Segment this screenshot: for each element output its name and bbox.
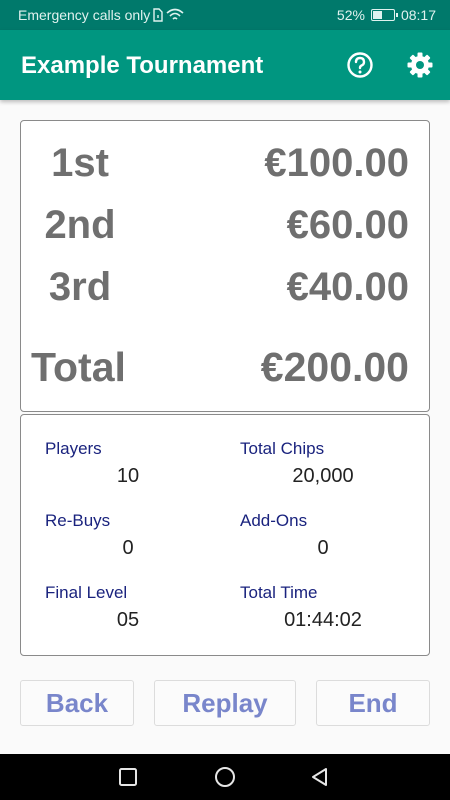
payout-amount: €40.00: [286, 265, 409, 309]
clock: 08:17: [400, 7, 436, 23]
rebuys-value: 0: [122, 537, 134, 559]
page-title: Example Tournament: [21, 52, 264, 79]
wifi-icon: [166, 8, 184, 20]
status-right: 52% 08:17: [337, 7, 436, 23]
payout-place: 2nd: [44, 203, 116, 247]
total-chips-label: Total Chips: [240, 439, 325, 458]
payout-amount: €100.00: [264, 141, 409, 185]
end-button[interactable]: End: [316, 680, 430, 726]
replay-button[interactable]: Replay: [154, 680, 296, 726]
payout-total-label: Total: [31, 344, 126, 390]
battery-percent: 52%: [336, 7, 365, 23]
status-bar: Emergency calls only 52% 08:17: [0, 0, 450, 30]
payout-panel: 1st €100.00 2nd €60.00 3rd €40.00 Total …: [20, 120, 430, 412]
home-circle-icon[interactable]: [214, 766, 236, 788]
final-level-value: 05: [116, 609, 140, 631]
battery-icon: [370, 9, 398, 21]
total-time-label: Total Time: [240, 583, 318, 602]
rebuys-label: Re-Buys: [45, 511, 111, 530]
final-level-label: Final Level: [45, 583, 128, 602]
addons-value: 0: [317, 537, 329, 559]
stats-panel: Players 10 Total Chips 20,000 Re-Buys 0 …: [20, 414, 430, 656]
carrier-text: Emergency calls only: [18, 7, 151, 23]
navigation-bar: [0, 754, 450, 800]
help-icon[interactable]: [346, 51, 374, 79]
back-triangle-icon[interactable]: [309, 766, 331, 788]
players-value: 10: [116, 465, 140, 487]
total-time-value: 01:44:02: [284, 609, 362, 631]
payout-place: 3rd: [48, 265, 112, 309]
payout-amount: €60.00: [286, 203, 409, 247]
app-bar: Example Tournament: [0, 30, 450, 100]
addons-label: Add-Ons: [240, 511, 308, 530]
settings-gear-icon[interactable]: [406, 51, 434, 79]
recents-square-icon[interactable]: [117, 766, 139, 788]
players-label: Players: [45, 439, 102, 458]
payout-place: 1st: [51, 141, 109, 185]
back-button[interactable]: Back: [20, 680, 134, 726]
payout-total-amount: €200.00: [260, 344, 409, 390]
status-left: Emergency calls only: [18, 7, 184, 23]
sim-icon: [153, 8, 163, 22]
total-chips-value: 20,000: [292, 465, 354, 487]
